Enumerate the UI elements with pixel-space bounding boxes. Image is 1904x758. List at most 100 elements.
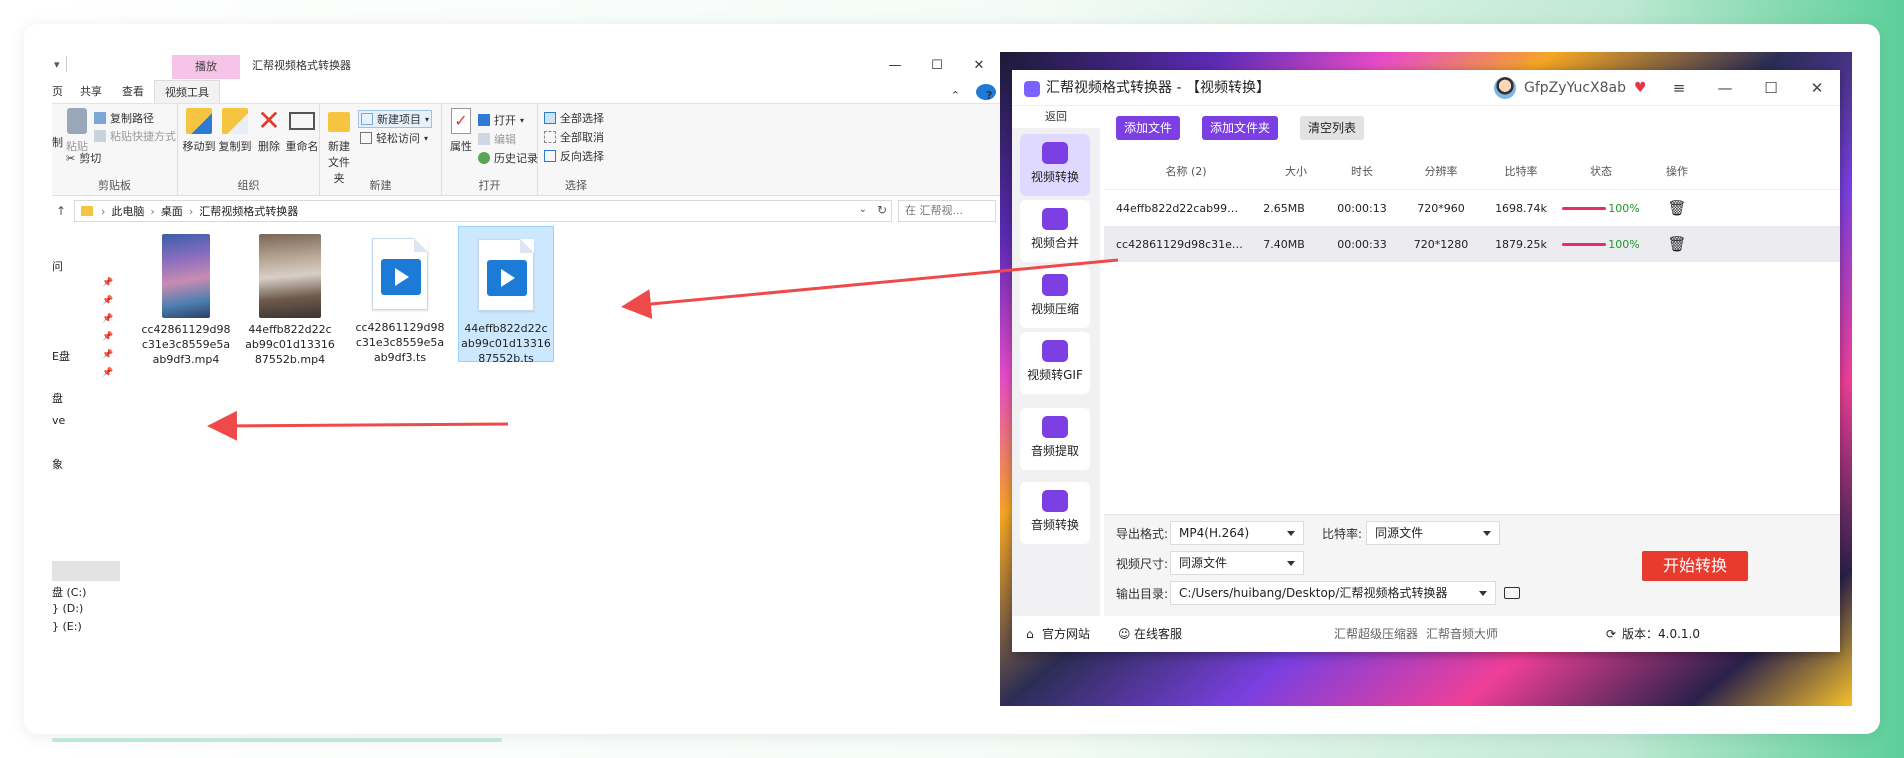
minimize-button[interactable]: —	[874, 52, 916, 80]
chevron-down-icon[interactable]: ⌄	[859, 204, 867, 215]
invert-selection-icon	[544, 150, 556, 162]
delete-button[interactable]: ✕ 删除	[254, 107, 284, 154]
trash-icon[interactable]: 🗑	[1642, 199, 1712, 217]
file-item-selected[interactable]: 44effb822d22c ab99c01d13316 87552b.ts	[458, 226, 554, 365]
open-button[interactable]: 打开 ▾	[478, 112, 524, 128]
nav-drive-e[interactable]: } (E:)	[52, 620, 82, 633]
up-arrow-icon[interactable]: ↑	[52, 204, 70, 218]
minimize-button[interactable]: —	[1702, 70, 1748, 106]
tab-home[interactable]: 页	[52, 80, 70, 103]
copy-to-button[interactable]: 复制到	[218, 108, 252, 154]
properties-button[interactable]: ✓ 属性	[448, 108, 474, 154]
column-header: 分辨率	[1424, 164, 1458, 178]
clear-list-button[interactable]: 清空列表	[1300, 116, 1365, 140]
pin-icon[interactable]: 📌	[102, 350, 113, 360]
nav-item[interactable]: 问	[52, 258, 63, 274]
avatar	[1494, 77, 1516, 99]
website-link[interactable]: 官方网站	[1042, 616, 1090, 652]
pin-icon[interactable]: 📌	[102, 314, 113, 324]
tab-video-tools[interactable]: 视频工具	[154, 80, 220, 103]
easy-access-button[interactable]: 轻松访问 ▾	[360, 130, 428, 146]
size-select[interactable]: 同源文件	[1170, 551, 1305, 575]
microphone-icon	[1042, 490, 1068, 512]
invert-selection-button[interactable]: 反向选择	[544, 148, 604, 164]
back-button[interactable]: 返回	[1012, 106, 1100, 128]
breadcrumb-this-pc[interactable]: 此电脑	[111, 203, 144, 219]
trash-icon[interactable]: 🗑	[1642, 235, 1712, 253]
support-link[interactable]: 在线客服	[1134, 616, 1182, 652]
add-file-button[interactable]: 添加文件	[1116, 116, 1181, 140]
new-item-button[interactable]: 新建项目 ▾	[358, 110, 433, 128]
file-item[interactable]: 44effb822d22c ab99c01d13316 87552b.mp4	[242, 230, 338, 367]
pin-icon[interactable]: 📌	[102, 332, 113, 342]
breadcrumb-desktop[interactable]: 桌面	[161, 203, 183, 219]
history-button[interactable]: 历史记录	[478, 150, 538, 166]
sidebar-item-audio-extract[interactable]: 音频提取	[1020, 408, 1090, 470]
sidebar-item-audio-convert[interactable]: 音频转换	[1020, 482, 1090, 544]
sidebar-item-video-to-gif[interactable]: 视频转GIF	[1020, 332, 1090, 394]
breadcrumb-folder[interactable]: 汇帮视频格式转换器	[199, 203, 298, 219]
table-row[interactable]: 44effb822d22cab99c01d... 2.65MB 00:00:13…	[1104, 190, 1840, 226]
nav-item-selected[interactable]	[52, 561, 120, 581]
bitrate-cell: 1879.25k	[1495, 237, 1547, 251]
explorer-titlebar: ▾ 播放 汇帮视频格式转换器 — ☐ ✕	[52, 52, 1000, 80]
search-input[interactable]: 在 汇帮视...	[898, 200, 996, 222]
compressor-link[interactable]: 汇帮超级压缩器	[1334, 616, 1418, 652]
video-merge-icon	[1042, 208, 1068, 230]
address-bar[interactable]: › 此电脑 › 桌面 › 汇帮视频格式转换器 ⌄ ↻	[74, 200, 892, 222]
pin-icon[interactable]: 📌	[102, 296, 113, 306]
nav-item[interactable]: 象	[52, 456, 63, 472]
pin-icon[interactable]: 📌	[102, 278, 113, 288]
folder-icon	[81, 206, 93, 216]
paste-shortcut-label: 粘贴快捷方式	[110, 130, 176, 143]
move-to-button[interactable]: 移动到	[182, 108, 216, 154]
refresh-icon[interactable]: ↻	[877, 203, 887, 217]
address-bar-row: ↑ › 此电脑 › 桌面 › 汇帮视频格式转换器 ⌄ ↻ 在 汇帮视...	[52, 198, 1000, 224]
add-folder-button[interactable]: 添加文件夹	[1202, 116, 1279, 140]
nav-item[interactable]: ve	[52, 414, 65, 427]
tab-share[interactable]: 共享	[70, 80, 112, 103]
nav-drive-c[interactable]: 盘 (C:)	[52, 584, 86, 600]
open-label: 打开	[494, 114, 516, 127]
nav-item[interactable]: 盘	[52, 390, 63, 406]
file-explorer-window: ▾ 播放 汇帮视频格式转换器 — ☐ ✕ 页 共享 查看 视频工具 ⌃ ? 制 …	[52, 52, 1000, 706]
copy-path-button[interactable]: 复制路径	[94, 110, 154, 126]
help-icon[interactable]: ?	[976, 84, 996, 102]
edit-button[interactable]: 编辑	[478, 131, 516, 147]
select-all-label: 全部选择	[560, 112, 604, 125]
menu-icon[interactable]: ≡	[1656, 70, 1702, 106]
column-header: 比特率	[1504, 164, 1538, 178]
paste-shortcut-button[interactable]: 粘贴快捷方式	[94, 128, 176, 144]
rename-button[interactable]: 重命名	[284, 108, 320, 154]
output-dir-select[interactable]: C:/Users/huibang/Desktop/汇帮视频格式转换器	[1170, 581, 1497, 605]
quick-access-icon[interactable]: ▾	[54, 58, 60, 71]
file-item[interactable]: cc42861129d98 c31e3c8559e5a ab9df3.mp4	[138, 230, 234, 367]
sidebar-item-video-compress[interactable]: 视频压缩	[1020, 266, 1090, 328]
nav-item[interactable]: E盘	[52, 348, 70, 364]
table-row[interactable]: cc42861129d98c31e3c85... 7.40MB 00:00:33…	[1104, 226, 1840, 262]
cut-label: 剪切	[79, 152, 102, 165]
tab-view[interactable]: 查看	[112, 80, 154, 103]
maximize-button[interactable]: ☐	[1748, 70, 1794, 106]
context-tab-play[interactable]: 播放	[172, 55, 240, 79]
nav-drive-d[interactable]: } (D:)	[52, 602, 83, 615]
file-item[interactable]: cc42861129d98 c31e3c8559e5a ab9df3.ts	[352, 230, 448, 365]
select-all-button[interactable]: 全部选择	[544, 110, 604, 126]
cut-button[interactable]: ✂ 剪切	[66, 150, 101, 166]
select-none-button[interactable]: 全部取消	[544, 129, 604, 145]
sidebar-item-video-merge[interactable]: 视频合并	[1020, 200, 1090, 262]
start-convert-button[interactable]: 开始转换	[1642, 551, 1748, 581]
bitrate-select[interactable]: 同源文件	[1366, 521, 1501, 545]
format-select[interactable]: MP4(H.264)	[1170, 521, 1305, 545]
close-button[interactable]: ✕	[1794, 70, 1840, 106]
close-button[interactable]: ✕	[958, 52, 1000, 80]
maximize-button[interactable]: ☐	[916, 52, 958, 80]
paste-button[interactable]: 粘贴	[62, 108, 92, 154]
size-label: 视频尺寸:	[1116, 556, 1169, 571]
user-account[interactable]: GfpZyYucX8ab ♥	[1494, 77, 1647, 99]
pin-icon[interactable]: 📌	[102, 368, 113, 378]
new-folder-button[interactable]: 新建 文件夹	[324, 108, 354, 186]
open-folder-icon[interactable]	[1504, 587, 1521, 599]
sidebar-item-video-convert[interactable]: 视频转换	[1020, 134, 1090, 196]
audio-master-link[interactable]: 汇帮音频大师	[1426, 616, 1498, 652]
